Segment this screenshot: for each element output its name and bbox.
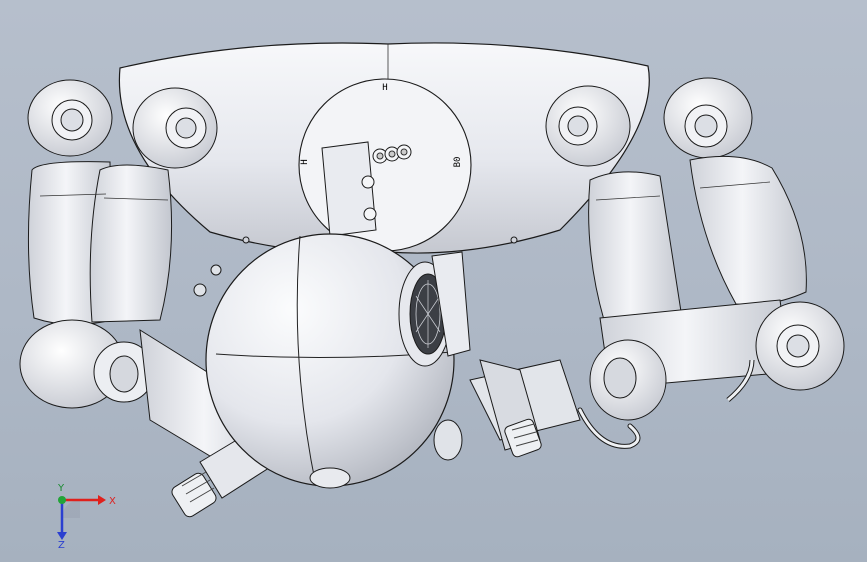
y-axis-arrow: [58, 496, 66, 504]
panel-label-right: B0: [453, 157, 463, 168]
robot-3d-model[interactable]: H H B0: [0, 0, 867, 562]
y-axis-label: Y: [57, 483, 65, 494]
axis-triad: X Y Z: [57, 483, 116, 548]
head-sphere[interactable]: [205, 233, 471, 489]
z-axis-label: Z: [58, 540, 65, 548]
x-axis-label: X: [109, 496, 116, 507]
panel-label-top: H: [382, 83, 387, 93]
right-gripper-tool: [469, 359, 581, 458]
graphics-viewport[interactable]: H H B0 X Y Z: [0, 0, 867, 562]
panel-label-left: H: [300, 159, 310, 164]
